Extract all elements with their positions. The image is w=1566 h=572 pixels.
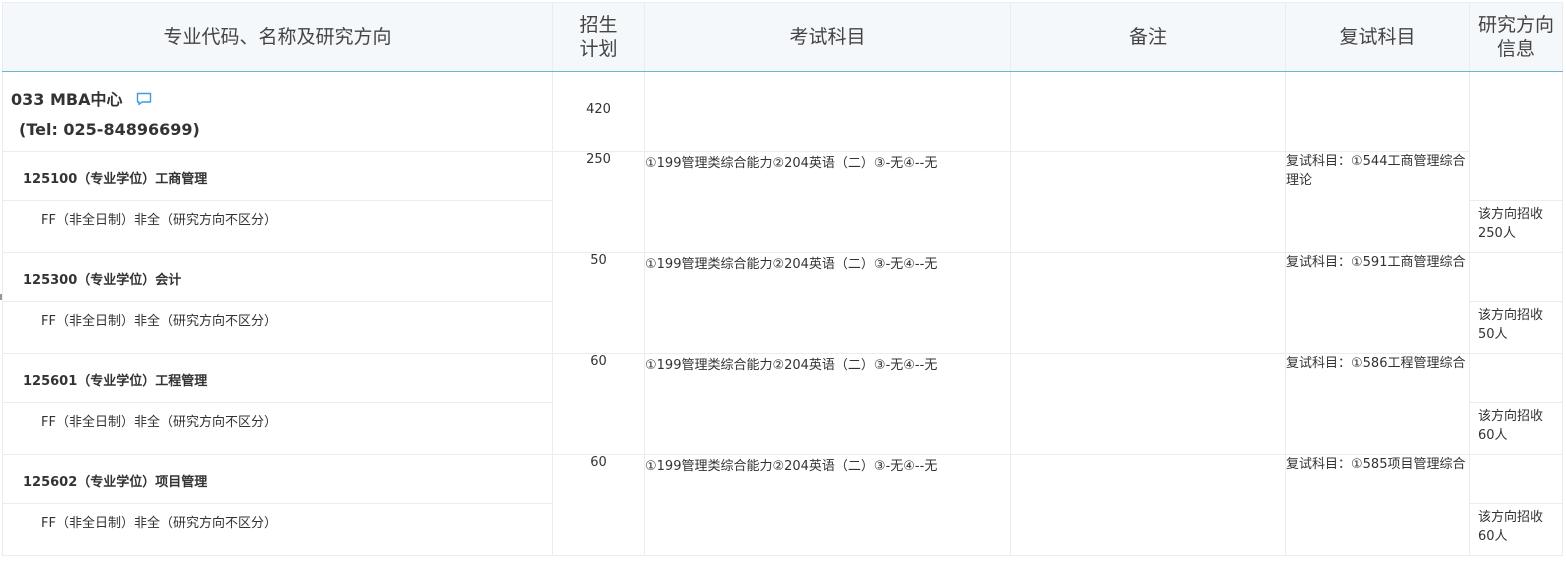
department-tel: (Tel: 025-84896699) <box>19 120 200 139</box>
major-plan: 60 <box>552 454 645 556</box>
department-cell: 033 MBA中心 (Tel: 025-84896699) <box>2 71 553 152</box>
major-note <box>1010 353 1286 455</box>
major-cell: 125300（专业学位）会计 FF（非全日制）非全（研究方向不区分） <box>2 252 553 354</box>
major-plan: 50 <box>552 252 645 354</box>
header-major: 专业代码、名称及研究方向 <box>2 2 553 72</box>
major-dirinfo-cell: 该方向招收250人 <box>1469 151 1563 253</box>
major-dirinfo-cell: 该方向招收60人 <box>1469 353 1563 455</box>
major-title: 125601（专业学位）工程管理 <box>3 354 552 403</box>
major-direction: FF（非全日制）非全（研究方向不区分） <box>41 314 277 329</box>
header-plan-line2: 计划 <box>579 38 618 60</box>
header-dirinfo-line1: 研究方向 <box>1477 14 1554 36</box>
major-direction-info: 该方向招收50人 <box>1470 301 1562 348</box>
catalog-table: 专业代码、名称及研究方向 招生 计划 考试科目 备注 复试科目 研究方向 信息 <box>2 2 1563 556</box>
major-row: 125602（专业学位）项目管理 FF（非全日制）非全（研究方向不区分） 60 … <box>2 454 1563 556</box>
major-cell: 125100（专业学位）工商管理 FF（非全日制）非全（研究方向不区分） <box>2 151 553 253</box>
department-plan: 420 <box>552 71 645 152</box>
major-plan: 60 <box>552 353 645 455</box>
major-plan: 250 <box>552 151 645 253</box>
header-dirinfo-line2: 信息 <box>1496 38 1535 60</box>
major-row: 125601（专业学位）工程管理 FF（非全日制）非全（研究方向不区分） 60 … <box>2 353 1563 455</box>
major-retest: 复试科目：①591工商管理综合 <box>1285 252 1470 354</box>
header-retest: 复试科目 <box>1285 2 1470 72</box>
major-exam: ①199管理类综合能力②204英语（二）③-无④--无 <box>644 454 1011 556</box>
department-row: 033 MBA中心 (Tel: 025-84896699) 420 <box>2 71 1563 152</box>
major-direction: FF（非全日制）非全（研究方向不区分） <box>41 415 277 430</box>
major-exam: ①199管理类综合能力②204英语（二）③-无④--无 <box>644 353 1011 455</box>
major-direction-info: 该方向招收60人 <box>1470 503 1562 550</box>
major-title: 125602（专业学位）项目管理 <box>3 455 552 504</box>
department-note-empty <box>1010 71 1286 152</box>
header-note: 备注 <box>1010 2 1286 72</box>
catalog-table-container: 专业代码、名称及研究方向 招生 计划 考试科目 备注 复试科目 研究方向 信息 <box>0 0 1566 572</box>
department-retest-empty <box>1285 71 1470 152</box>
major-note <box>1010 151 1286 253</box>
major-dirinfo-cell: 该方向招收50人 <box>1469 252 1563 354</box>
major-dirinfo-cell: 该方向招收60人 <box>1469 454 1563 556</box>
table-header-row: 专业代码、名称及研究方向 招生 计划 考试科目 备注 复试科目 研究方向 信息 <box>2 2 1563 72</box>
major-direction-info: 该方向招收60人 <box>1470 402 1562 449</box>
department-exam-empty <box>644 71 1011 152</box>
header-exam: 考试科目 <box>644 2 1011 72</box>
major-title: 125100（专业学位）工商管理 <box>3 152 552 201</box>
major-cell: 125602（专业学位）项目管理 FF（非全日制）非全（研究方向不区分） <box>2 454 553 556</box>
department-dirinfo-empty <box>1469 71 1563 152</box>
major-note <box>1010 454 1286 556</box>
header-plan: 招生 计划 <box>552 2 645 72</box>
major-direction: FF（非全日制）非全（研究方向不区分） <box>41 213 277 228</box>
major-cell: 125601（专业学位）工程管理 FF（非全日制）非全（研究方向不区分） <box>2 353 553 455</box>
major-row: 125100（专业学位）工商管理 FF（非全日制）非全（研究方向不区分） 250… <box>2 151 1563 253</box>
major-exam: ①199管理类综合能力②204英语（二）③-无④--无 <box>644 252 1011 354</box>
major-retest: 复试科目：①544工商管理综合理论 <box>1285 151 1470 253</box>
major-exam: ①199管理类综合能力②204英语（二）③-无④--无 <box>644 151 1011 253</box>
chat-bubble-icon[interactable] <box>136 91 152 106</box>
major-direction: FF（非全日制）非全（研究方向不区分） <box>41 516 277 531</box>
major-title: 125300（专业学位）会计 <box>3 253 552 302</box>
major-direction-info: 该方向招收250人 <box>1470 199 1562 247</box>
major-retest: 复试科目：①585项目管理综合 <box>1285 454 1470 556</box>
major-retest: 复试科目：①586工程管理综合 <box>1285 353 1470 455</box>
major-row: 125300（专业学位）会计 FF（非全日制）非全（研究方向不区分） 50 ①1… <box>2 252 1563 354</box>
header-dirinfo: 研究方向 信息 <box>1469 2 1563 72</box>
major-note <box>1010 252 1286 354</box>
header-plan-line1: 招生 <box>579 14 618 36</box>
department-name: 033 MBA中心 <box>11 90 123 109</box>
